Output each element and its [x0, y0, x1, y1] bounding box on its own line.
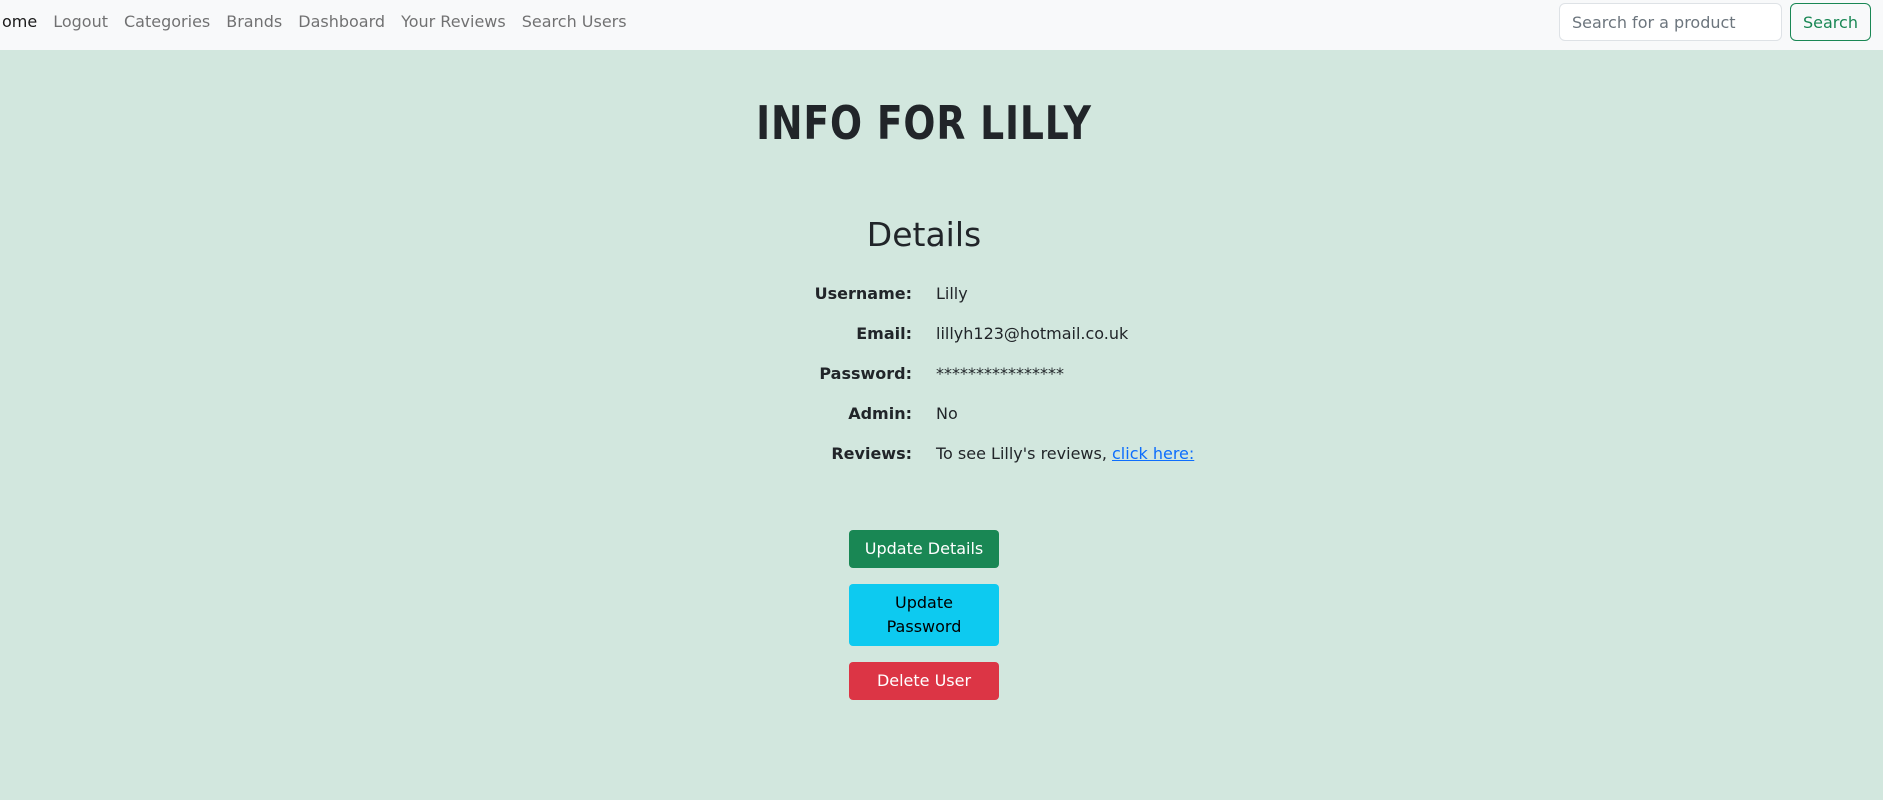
nav-link-brands[interactable]: Brands — [218, 12, 290, 31]
detail-row-email: Email: lillyh123@hotmail.co.uk — [800, 313, 1194, 353]
update-password-button[interactable]: Update Password — [849, 584, 999, 646]
delete-user-button[interactable]: Delete User — [849, 662, 999, 700]
nav-link-search-users[interactable]: Search Users — [514, 12, 635, 31]
nav-link-categories[interactable]: Categories — [116, 12, 218, 31]
search-input[interactable] — [1559, 3, 1782, 41]
detail-label: Admin: — [848, 403, 912, 423]
detail-label: Reviews: — [831, 443, 912, 463]
detail-value-username: Lilly — [936, 283, 968, 303]
reviews-text: To see Lilly's reviews, — [936, 443, 1112, 463]
navbar: ome Logout Categories Brands Dashboard Y… — [0, 0, 1883, 50]
detail-label: Password: — [819, 363, 912, 383]
search-form: Search — [1559, 3, 1871, 41]
detail-value-password: **************** — [936, 363, 1064, 383]
reviews-link[interactable]: click here: — [1112, 444, 1194, 463]
nav-link-your-reviews[interactable]: Your Reviews — [393, 12, 514, 31]
details-table: Username: Lilly Email: lillyh123@hotmail… — [800, 273, 1195, 473]
detail-row-admin: Admin: No — [800, 393, 1194, 433]
detail-value-reviews: To see Lilly's reviews, click here: — [936, 444, 1194, 463]
nav-link-dashboard[interactable]: Dashboard — [290, 12, 393, 31]
detail-label: Email: — [856, 323, 912, 343]
detail-row-password: Password: **************** — [800, 353, 1194, 393]
details-heading: Details — [866, 215, 982, 254]
search-button[interactable]: Search — [1790, 3, 1871, 41]
update-details-button[interactable]: Update Details — [849, 530, 999, 568]
nav-links: ome Logout Categories Brands Dashboard Y… — [0, 0, 635, 42]
nav-link-home[interactable]: ome — [0, 12, 45, 31]
detail-value-email: lillyh123@hotmail.co.uk — [936, 323, 1129, 343]
page-title: Info for Lilly — [756, 96, 1092, 150]
detail-label: Username: — [814, 283, 912, 303]
detail-row-username: Username: Lilly — [800, 273, 1194, 313]
nav-link-logout[interactable]: Logout — [45, 12, 116, 31]
detail-row-reviews: Reviews: To see Lilly's reviews, click h… — [800, 433, 1194, 473]
detail-value-admin: No — [936, 403, 958, 423]
